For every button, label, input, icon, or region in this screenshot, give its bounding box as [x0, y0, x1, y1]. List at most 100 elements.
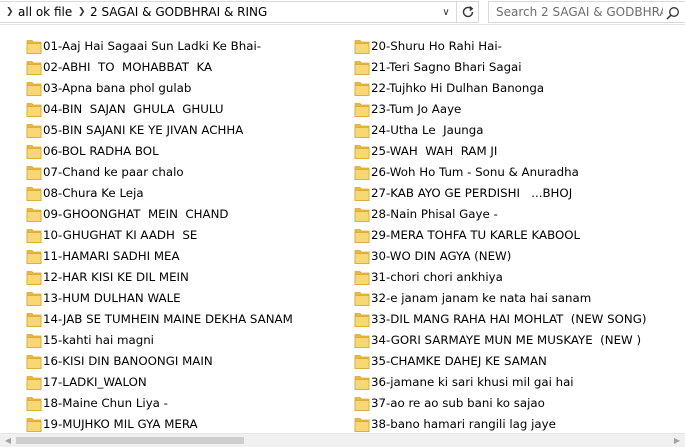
folder-icon [354, 101, 370, 118]
scroll-left-icon[interactable]: ◀ [1, 435, 15, 447]
folder-item[interactable]: 20-Shuru Ho Rahi Hai- [354, 36, 674, 57]
folder-item[interactable]: 32-e janam janam ke nata hai sanam [354, 288, 674, 309]
folder-icon [354, 206, 370, 223]
folder-icon [354, 122, 370, 139]
folder-item[interactable]: 30-WO DIN AGYA (NEW) [354, 246, 674, 267]
folder-name: 08-Chura Ke Leja [43, 186, 144, 200]
folder-icon [354, 311, 370, 328]
folder-name: 35-CHAMKE DAHEJ KE SAMAN [371, 354, 547, 368]
breadcrumb-item-current[interactable]: 2 SAGAI & GODBHRAI & RING [90, 5, 267, 19]
search-icon[interactable] [665, 5, 681, 20]
folder-icon [354, 332, 370, 349]
folder-item[interactable]: 12-HAR KISI KE DIL MEIN [26, 267, 346, 288]
folder-icon [26, 374, 42, 391]
folder-icon [354, 269, 370, 286]
address-bar: ❯ all ok file ❯ 2 SAGAI & GODBHRAI & RIN… [0, 0, 685, 25]
folder-name: 34-GORI SARMAYE MUN ME MUSKAYE (NEW ) [371, 333, 642, 347]
folder-item[interactable]: 17-LADKI_WALON [26, 372, 346, 393]
folder-item[interactable]: 33-DIL MANG RAHA HAI MOHLAT (NEW SONG) [354, 309, 674, 330]
folder-name: 37-ao re ao sub bani ko sajao [371, 396, 545, 410]
breadcrumb-chevron-icon[interactable]: ❯ [78, 5, 86, 19]
folder-item[interactable]: 08-Chura Ke Leja [26, 183, 346, 204]
folder-item[interactable]: 14-JAB SE TUMHEIN MAINE DEKHA SANAM [26, 309, 346, 330]
folder-item[interactable]: 31-chori chori ankhiya [354, 267, 674, 288]
folder-icon [354, 290, 370, 307]
folder-item[interactable]: 15-kahti hai magni [26, 330, 346, 351]
chevron-down-icon[interactable]: ∨ [438, 4, 454, 21]
folder-name: 10-GHUGHAT KI AADH SE [43, 228, 198, 242]
folder-icon [26, 395, 42, 412]
folder-icon [26, 416, 42, 433]
folder-item[interactable]: 07-Chand ke paar chalo [26, 162, 346, 183]
folder-icon [354, 227, 370, 244]
folder-name: 32-e janam janam ke nata hai sanam [371, 291, 592, 305]
folder-item[interactable]: 27-KAB AYO GE PERDISHI ...BHOJ [354, 183, 674, 204]
folder-name: 02-ABHI TO MOHABBAT KA [43, 60, 213, 74]
search-input[interactable] [489, 2, 663, 22]
folder-item[interactable]: 01-Aaj Hai Sagaai Sun Ladki Ke Bhai- [26, 36, 346, 57]
horizontal-scrollbar[interactable]: ◀ ▶ [0, 433, 685, 447]
scrollbar-thumb[interactable] [16, 437, 244, 444]
folder-name: 33-DIL MANG RAHA HAI MOHLAT (NEW SONG) [371, 312, 647, 326]
folder-item[interactable]: 09-GHOONGHAT MEIN CHAND [26, 204, 346, 225]
folder-name: 04-BIN SAJAN GHULA GHULU [43, 102, 224, 116]
folder-icon [26, 290, 42, 307]
folder-icon [26, 122, 42, 139]
folder-name: 13-HUM DULHAN WALE [43, 291, 181, 305]
folder-icon [354, 353, 370, 370]
folder-item[interactable]: 35-CHAMKE DAHEJ KE SAMAN [354, 351, 674, 372]
breadcrumb-chevron-icon[interactable]: ❯ [6, 5, 14, 19]
folder-item[interactable]: 04-BIN SAJAN GHULA GHULU [26, 99, 346, 120]
folder-item[interactable]: 18-Maine Chun Liya - [26, 393, 346, 414]
folder-icon [26, 248, 42, 265]
folder-item[interactable]: 05-BIN SAJANI KE YE JIVAN ACHHA [26, 120, 346, 141]
scroll-right-icon[interactable]: ▶ [670, 435, 684, 447]
folder-item[interactable]: 38-bano hamari rangili lag jaye [354, 414, 674, 433]
refresh-icon[interactable] [456, 2, 478, 22]
folder-name: 26-Woh Ho Tum - Sonu & Anuradha [371, 165, 579, 179]
folder-column-right: 20-Shuru Ho Rahi Hai- 21-Teri Sagno Bhari… [354, 36, 674, 433]
folder-item[interactable]: 10-GHUGHAT KI AADH SE [26, 225, 346, 246]
folder-item[interactable]: 37-ao re ao sub bani ko sajao [354, 393, 674, 414]
folder-item[interactable]: 22-Tujhko Hi Dulhan Banonga [354, 78, 674, 99]
folder-item[interactable]: 28-Nain Phisal Gaye - [354, 204, 674, 225]
folder-item[interactable]: 25-WAH WAH RAM JI [354, 141, 674, 162]
folder-name: 12-HAR KISI KE DIL MEIN [43, 270, 189, 284]
folder-item[interactable]: 11-HAMARI SADHI MEA [26, 246, 346, 267]
folder-name: 29-MERA TOHFA TU KARLE KABOOL [371, 228, 581, 242]
folder-item[interactable]: 36-jamane ki sari khusi mil gai hai [354, 372, 674, 393]
folder-name: 27-KAB AYO GE PERDISHI ...BHOJ [371, 186, 573, 200]
folder-item[interactable]: 16-KISI DIN BANOONGI MAIN [26, 351, 346, 372]
folder-name: 21-Teri Sagno Bhari Sagai [371, 60, 522, 74]
folder-icon [26, 59, 42, 76]
folder-icon [26, 143, 42, 160]
folder-name: 30-WO DIN AGYA (NEW) [371, 249, 512, 263]
folder-name: 23-Tum Jo Aaye [371, 102, 462, 116]
folder-item[interactable]: 03-Apna bana phol gulab [26, 78, 346, 99]
folder-item[interactable]: 23-Tum Jo Aaye [354, 99, 674, 120]
file-list: 01-Aaj Hai Sagaai Sun Ladki Ke Bhai- 02-A… [0, 25, 685, 433]
folder-name: 19-MUJHKO MIL GYA MERA [43, 417, 198, 431]
folder-name: 17-LADKI_WALON [43, 375, 147, 389]
breadcrumb[interactable]: ❯ all ok file ❯ 2 SAGAI & GODBHRAI & RIN… [0, 1, 479, 23]
folder-item[interactable]: 06-BOL RADHA BOL [26, 141, 346, 162]
folder-icon [354, 248, 370, 265]
search-box[interactable] [488, 1, 685, 23]
folder-name: 15-kahti hai magni [43, 333, 154, 347]
folder-name: 25-WAH WAH RAM JI [371, 144, 498, 158]
folder-item[interactable]: 29-MERA TOHFA TU KARLE KABOOL [354, 225, 674, 246]
folder-icon [26, 206, 42, 223]
breadcrumb-item-parent[interactable]: all ok file [18, 5, 72, 19]
folder-icon [354, 164, 370, 181]
folder-item[interactable]: 19-MUJHKO MIL GYA MERA [26, 414, 346, 433]
folder-icon [26, 332, 42, 349]
folder-item[interactable]: 21-Teri Sagno Bhari Sagai [354, 57, 674, 78]
folder-item[interactable]: 13-HUM DULHAN WALE [26, 288, 346, 309]
folder-name: 09-GHOONGHAT MEIN CHAND [43, 207, 229, 221]
folder-item[interactable]: 26-Woh Ho Tum - Sonu & Anuradha [354, 162, 674, 183]
folder-name: 14-JAB SE TUMHEIN MAINE DEKHA SANAM [43, 312, 293, 326]
folder-item[interactable]: 34-GORI SARMAYE MUN ME MUSKAYE (NEW ) [354, 330, 674, 351]
folder-item[interactable]: 02-ABHI TO MOHABBAT KA [26, 57, 346, 78]
folder-name: 07-Chand ke paar chalo [43, 165, 184, 179]
folder-item[interactable]: 24-Utha Le Jaunga [354, 120, 674, 141]
